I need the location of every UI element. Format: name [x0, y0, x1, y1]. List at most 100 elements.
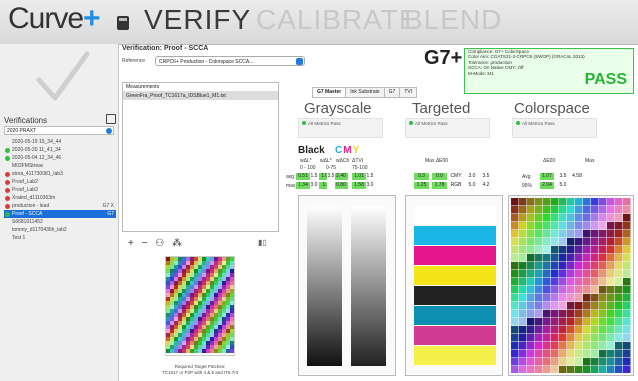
target-patch	[170, 285, 174, 289]
target-patch	[182, 345, 186, 349]
color-patch	[607, 294, 615, 302]
verification-item[interactable]: 2020-05-19 15_34_44	[4, 138, 116, 146]
color-patch	[511, 246, 519, 254]
nav-calibrate[interactable]: CALIBRATE	[256, 4, 419, 36]
verification-item[interactable]: tommy_d1170436h_lab2	[4, 226, 116, 234]
clear-search-icon[interactable]	[106, 128, 112, 134]
target-patch	[202, 277, 206, 281]
target-patch	[178, 293, 182, 297]
color-patch	[519, 366, 527, 373]
verification-item[interactable]: Xrated_d1110363m	[4, 194, 116, 202]
status-dot-icon	[5, 212, 10, 217]
color-patch	[575, 238, 583, 246]
color-patch	[519, 230, 527, 238]
targeted-value: 1.25	[414, 182, 429, 189]
color-patch	[519, 334, 527, 342]
color-patch	[559, 254, 567, 262]
tab-g7[interactable]: G7	[383, 87, 401, 98]
targeted-panel	[405, 195, 503, 376]
color-patch	[575, 358, 583, 366]
color-patch	[583, 206, 591, 214]
measurement-row[interactable]: GreenFra_Proof_TC1617a_IDSBlue1_M1.txt	[123, 92, 278, 100]
color-patch	[615, 302, 623, 310]
chevron-down-icon[interactable]	[296, 58, 303, 65]
verification-item[interactable]: Proof_Lab3	[4, 186, 116, 194]
target-patch	[190, 277, 194, 281]
nav-blend[interactable]: BLEND	[404, 4, 502, 36]
verification-search[interactable]: 2020 PRAXT	[4, 126, 114, 135]
target-patch	[166, 293, 170, 297]
color-patch	[599, 278, 607, 286]
calculator-icon[interactable]	[117, 16, 129, 30]
target-patch	[182, 265, 186, 269]
metric-range: 0-75	[326, 165, 337, 171]
target-patch	[174, 289, 178, 293]
verification-item[interactable]: 2020-05-04 12_34_46	[4, 154, 116, 162]
tab-tvi[interactable]: TVI	[399, 87, 418, 98]
person-icon[interactable]: ⚇	[155, 238, 164, 249]
edit-icon[interactable]	[106, 114, 116, 124]
target-patch	[186, 273, 190, 277]
target-patch	[186, 309, 190, 313]
target-patch	[174, 345, 178, 349]
target-patch	[182, 289, 186, 293]
nav-verify[interactable]: VERIFY	[144, 4, 251, 36]
color-patch	[527, 318, 535, 326]
verification-item[interactable]: Proof_Lab2	[4, 178, 116, 186]
color-patch	[567, 310, 575, 318]
color-patch	[567, 294, 575, 302]
verification-item[interactable]: 2020-05-20 11_41_34	[4, 146, 116, 154]
targeted-value: 5.0	[465, 182, 479, 189]
measurements-list[interactable]: Measurements GreenFra_Proof_TC1617a_IDSB…	[122, 82, 279, 232]
color-patch	[543, 350, 551, 358]
verification-item[interactable]: M02FMStreav	[4, 162, 116, 170]
colorspace-value: 2.04	[540, 182, 554, 189]
verification-item[interactable]: Test 1	[4, 234, 116, 242]
verification-item[interactable]: production - lead G7 X	[4, 202, 116, 210]
status-dot-icon	[5, 204, 10, 209]
bars-icon[interactable]: ▮▯	[258, 238, 267, 247]
target-patch	[178, 281, 182, 285]
target-patch	[210, 265, 214, 269]
color-patch	[519, 278, 527, 286]
color-patch	[575, 286, 583, 294]
target-patch	[218, 349, 222, 353]
target-patch	[170, 301, 174, 305]
tab-g7-master[interactable]: G7 Master	[312, 87, 347, 98]
target-patch	[174, 273, 178, 277]
target-patch	[194, 325, 198, 329]
reference-select[interactable]: CRPC6+ Production - Colorspace SCCA...	[155, 56, 305, 66]
color-patch	[583, 230, 591, 238]
verification-item[interactable]: stora_411730081_lab3	[4, 170, 116, 178]
remove-button[interactable]: −	[142, 238, 148, 249]
tab-ink-substrate[interactable]: Ink Substrate	[345, 87, 385, 98]
target-patch	[182, 273, 186, 277]
target-patch	[218, 277, 222, 281]
more-icon[interactable]: ⁂	[172, 238, 182, 249]
target-patch	[170, 313, 174, 317]
target-patch	[230, 273, 234, 277]
color-patch	[511, 366, 519, 373]
target-patch	[186, 265, 190, 269]
color-patch	[551, 358, 559, 366]
color-patch	[527, 358, 535, 366]
verification-item[interactable]: S6681011452	[4, 218, 116, 226]
color-patch	[559, 198, 567, 206]
verification-item[interactable]: Proof - SCCA G7	[4, 210, 116, 218]
target-patch	[202, 329, 206, 333]
target-patch	[178, 305, 182, 309]
target-patch	[222, 285, 226, 289]
color-patch	[511, 350, 519, 358]
target-patch	[194, 309, 198, 313]
target-patch	[198, 321, 202, 325]
color-patch	[607, 230, 615, 238]
color-patch	[575, 342, 583, 350]
color-patch	[583, 246, 591, 254]
target-patch	[194, 329, 198, 333]
target-patch	[182, 301, 186, 305]
color-patch	[551, 294, 559, 302]
g7-tag: G7 X	[102, 203, 114, 209]
target-patch	[194, 273, 198, 277]
color-patch	[607, 358, 615, 366]
add-button[interactable]: +	[128, 238, 134, 249]
